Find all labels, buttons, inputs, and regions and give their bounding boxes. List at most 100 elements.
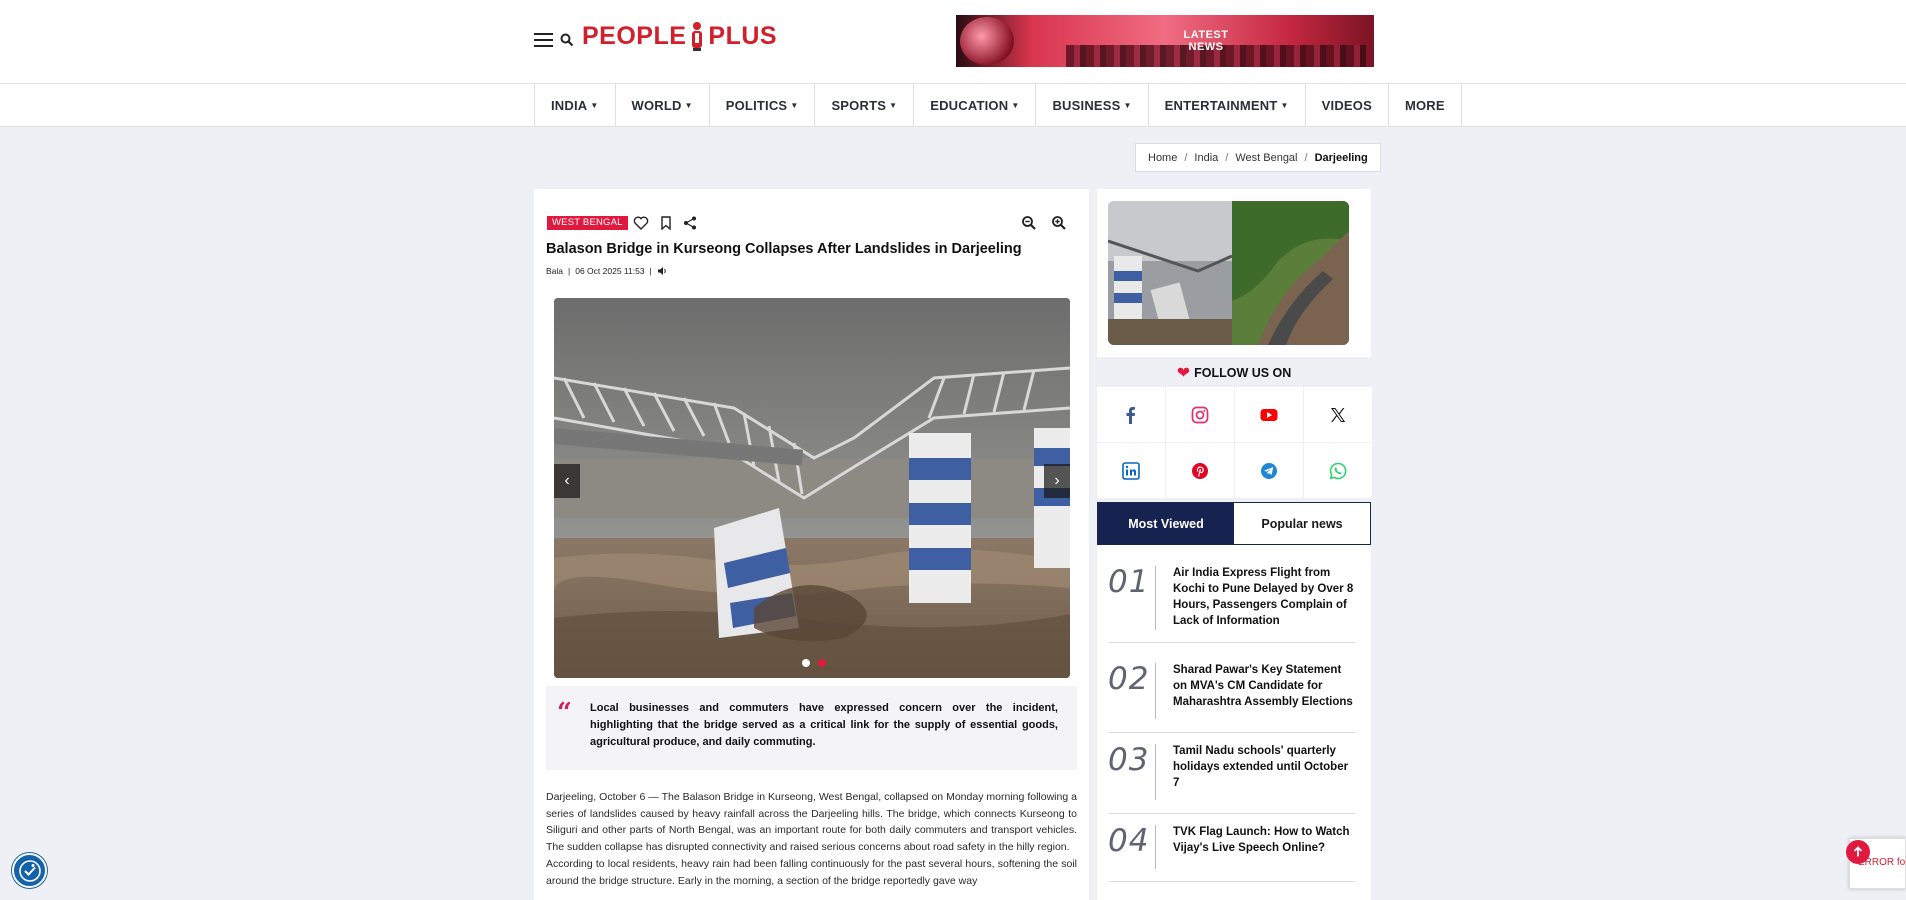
caret-down-icon: ▼ bbox=[684, 100, 693, 110]
nav-item-label: SPORTS bbox=[831, 97, 887, 113]
accessibility-button[interactable] bbox=[12, 853, 47, 888]
slider-prev-button[interactable]: ‹ bbox=[554, 464, 580, 498]
youtube-icon bbox=[1260, 408, 1278, 421]
nav-item-label: WORLD bbox=[631, 97, 682, 113]
item-title[interactable]: Sharad Pawar's Key Statement on MVA's CM… bbox=[1173, 662, 1356, 710]
item-title[interactable]: TVK Flag Launch: How to Watch Vijay's Li… bbox=[1173, 824, 1356, 856]
caret-down-icon: ▼ bbox=[1123, 100, 1132, 110]
social-links bbox=[1097, 387, 1372, 498]
telegram-icon bbox=[1261, 462, 1277, 479]
nav-item-label: MORE bbox=[1404, 97, 1445, 113]
telegram-link[interactable] bbox=[1235, 443, 1303, 498]
item-number: 03 bbox=[1108, 742, 1150, 778]
linkedin-link[interactable] bbox=[1097, 443, 1165, 498]
list-item[interactable]: 04 TVK Flag Launch: How to Watch Vijay's… bbox=[1108, 817, 1356, 882]
ad-globe-graphic bbox=[960, 17, 1014, 65]
nav-item-business[interactable]: BUSINESS ▼ bbox=[1036, 84, 1149, 126]
youtube-link[interactable] bbox=[1235, 387, 1303, 442]
site-logo[interactable]: PEOPLE PLUS bbox=[582, 20, 777, 52]
follow-us-heading: ❤ FOLLOW US ON bbox=[1097, 357, 1371, 389]
nav-item-label: POLITICS bbox=[725, 97, 788, 113]
ad-banner[interactable]: LATEST NEWS bbox=[956, 15, 1374, 67]
slider-dots bbox=[802, 659, 826, 667]
breadcrumb-separator: / bbox=[1184, 151, 1188, 164]
breadcrumb-home[interactable]: Home bbox=[1148, 152, 1177, 164]
breadcrumb-separator: / bbox=[1304, 151, 1308, 164]
share-icon[interactable] bbox=[682, 215, 698, 231]
nav-items: INDIA ▼ WORLD ▼ POLITICS ▼ SPORTS ▼ EDUCATION ▼ BU… bbox=[534, 84, 1462, 126]
article-title: Balason Bridge in Kurseong Collapses Aft… bbox=[546, 241, 1022, 257]
article-body: Darjeeling, October 6 — The Balason Brid… bbox=[546, 789, 1077, 891]
bridge-collapse-photo bbox=[554, 298, 1070, 678]
logo-mascot-icon bbox=[692, 22, 703, 51]
logo-text-left: PEOPLE bbox=[582, 21, 687, 50]
slider-dot-1[interactable] bbox=[802, 659, 810, 667]
item-title[interactable]: Air India Express Flight from Kochi to P… bbox=[1173, 565, 1356, 629]
instagram-icon bbox=[1191, 406, 1209, 423]
ad-text-line2: NEWS bbox=[1188, 41, 1224, 53]
x-icon bbox=[1331, 407, 1346, 422]
slider-dot-2[interactable] bbox=[818, 659, 826, 667]
tab-most-viewed[interactable]: Most Viewed bbox=[1098, 503, 1234, 544]
nav-item-education[interactable]: EDUCATION ▼ bbox=[914, 84, 1037, 126]
nav-item-label: INDIA bbox=[551, 97, 588, 113]
whatsapp-link[interactable] bbox=[1304, 443, 1372, 498]
caret-down-icon: ▼ bbox=[1011, 100, 1020, 110]
menu-icon[interactable] bbox=[534, 33, 553, 47]
nav-item-world[interactable]: WORLD ▼ bbox=[616, 84, 710, 126]
speaker-icon[interactable] bbox=[657, 266, 668, 276]
breadcrumb-india[interactable]: India bbox=[1194, 152, 1218, 164]
breadcrumb-west-bengal[interactable]: West Bengal bbox=[1235, 152, 1297, 164]
ad-headline: LATEST NEWS bbox=[1146, 29, 1266, 53]
nav-item-videos[interactable]: VIDEOS bbox=[1306, 84, 1389, 126]
nav-item-sports[interactable]: SPORTS ▼ bbox=[815, 84, 915, 126]
item-number: 01 bbox=[1108, 564, 1150, 600]
nav-item-label: VIDEOS bbox=[1321, 97, 1372, 113]
nav-item-more[interactable]: MORE bbox=[1389, 84, 1462, 126]
nav-item-india[interactable]: INDIA ▼ bbox=[535, 84, 616, 126]
slider-next-button[interactable]: › bbox=[1044, 464, 1070, 498]
image-slider[interactable]: ‹ › bbox=[554, 298, 1070, 678]
zoom-out-icon[interactable] bbox=[1021, 215, 1037, 231]
article-paragraph: Darjeeling, October 6 — The Balason Brid… bbox=[546, 791, 1077, 853]
caret-down-icon: ▼ bbox=[590, 100, 599, 110]
x-link[interactable] bbox=[1304, 387, 1372, 442]
category-tag[interactable]: WEST BENGAL bbox=[547, 216, 628, 230]
list-item[interactable]: 02 Sharad Pawar's Key Statement on MVA's… bbox=[1108, 655, 1356, 733]
whatsapp-icon bbox=[1329, 462, 1347, 479]
site-header: PEOPLE PLUS LATEST NEWS bbox=[0, 0, 1906, 84]
news-tabs: Most Viewed Popular news bbox=[1097, 502, 1371, 545]
arrow-up-icon bbox=[1853, 846, 1863, 857]
scroll-to-top-button[interactable] bbox=[1846, 840, 1870, 864]
logo-text-right: PLUS bbox=[708, 21, 778, 50]
nav-item-label: BUSINESS bbox=[1052, 97, 1121, 113]
pinterest-link[interactable] bbox=[1166, 443, 1234, 498]
item-divider bbox=[1155, 663, 1156, 719]
list-item[interactable]: 05 bbox=[1108, 891, 1356, 900]
follow-label: FOLLOW US ON bbox=[1194, 366, 1292, 380]
list-item[interactable]: 03 Tamil Nadu schools' quarterly holiday… bbox=[1108, 736, 1356, 814]
article-author[interactable]: Bala bbox=[546, 266, 563, 276]
nav-item-label: EDUCATION bbox=[930, 97, 1009, 113]
sidebar-bridge-image[interactable] bbox=[1108, 201, 1349, 345]
main-nav: INDIA ▼ WORLD ▼ POLITICS ▼ SPORTS ▼ EDUCATION ▼ BU… bbox=[0, 84, 1906, 127]
sidebar-image-card bbox=[1097, 189, 1371, 357]
linkedin-icon bbox=[1122, 461, 1140, 480]
nav-item-politics[interactable]: POLITICS ▼ bbox=[710, 84, 816, 126]
instagram-link[interactable] bbox=[1166, 387, 1234, 442]
meta-divider: | bbox=[649, 266, 652, 276]
most-viewed-list: 01 Air India Express Flight from Kochi t… bbox=[1097, 545, 1371, 900]
nav-item-label: ENTERTAINMENT bbox=[1164, 97, 1278, 113]
article-meta: Bala | 06 Oct 2025 11:53 | bbox=[546, 266, 668, 276]
nav-item-entertainment[interactable]: ENTERTAINMENT ▼ bbox=[1149, 84, 1306, 126]
facebook-icon bbox=[1126, 406, 1135, 424]
item-title[interactable]: Tamil Nadu schools' quarterly holidays e… bbox=[1173, 743, 1356, 791]
bookmark-icon[interactable] bbox=[658, 215, 674, 231]
heart-icon[interactable] bbox=[633, 215, 649, 231]
list-item[interactable]: 01 Air India Express Flight from Kochi t… bbox=[1108, 558, 1356, 643]
facebook-link[interactable] bbox=[1097, 387, 1165, 442]
meta-divider: | bbox=[568, 266, 571, 276]
zoom-in-icon[interactable] bbox=[1051, 215, 1067, 231]
tab-popular-news[interactable]: Popular news bbox=[1234, 503, 1370, 544]
search-icon[interactable] bbox=[560, 33, 574, 47]
